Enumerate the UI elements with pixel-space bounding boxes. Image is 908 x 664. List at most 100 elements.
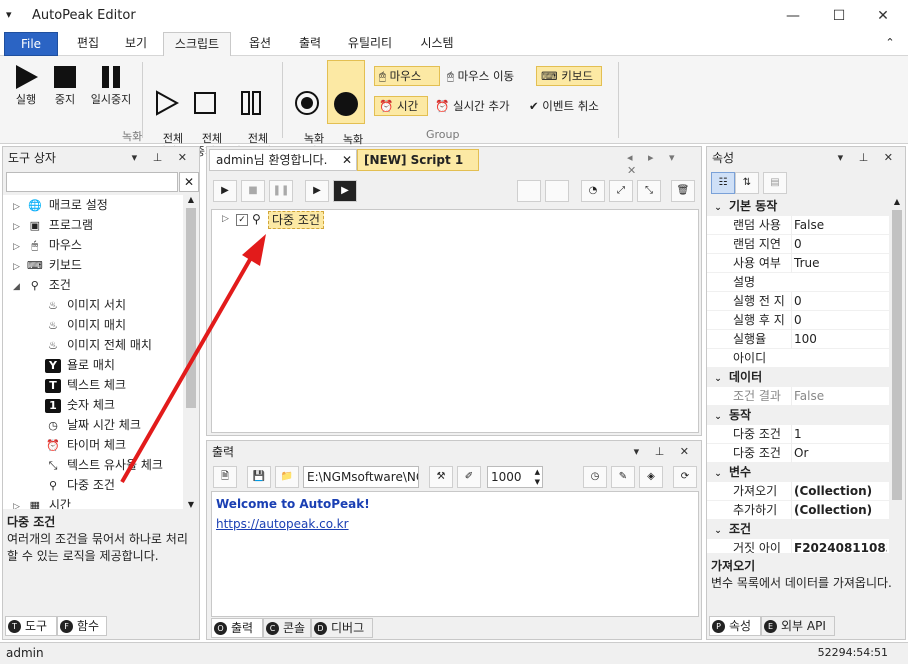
run-to-end-icon[interactable]: ▶ (333, 180, 357, 202)
run-button[interactable]: 실행 (6, 64, 46, 106)
record-stop-button[interactable]: 녹화 중지 (327, 60, 365, 159)
property-value[interactable]: True (791, 254, 887, 273)
tab-debug[interactable]: D 디버그 (311, 618, 373, 638)
tree-item-macro-settings[interactable]: ▷ 🌐 매크로 설정 (3, 195, 199, 215)
tree-item-timer-check[interactable]: ⏰ 타이머 체크 (3, 435, 199, 455)
tab-file[interactable]: File (4, 32, 58, 56)
property-pages-icon[interactable]: ▤ (763, 172, 787, 194)
property-category[interactable]: ⌄ 동작 (707, 406, 905, 425)
toolbox-scrollbar[interactable]: ▲ ▼ (183, 195, 199, 509)
property-value[interactable]: (Collection) (791, 501, 887, 520)
chip-mouse-move[interactable]: 🖱 마우스 이동 (442, 66, 532, 86)
tab-output-log[interactable]: O 출력 (211, 618, 263, 638)
tab-view[interactable]: 보기 (114, 32, 158, 56)
tree-item-condition[interactable]: ◢ ⚲ 조건 (3, 275, 199, 295)
refresh-icon[interactable]: ⟳ (673, 466, 697, 488)
blank-button[interactable] (545, 180, 569, 202)
tree-item-mouse[interactable]: ▷ 🖱 마우스 (3, 235, 199, 255)
property-value[interactable]: 100 (791, 330, 887, 349)
system-menu-icon[interactable]: ▾ (6, 8, 12, 21)
stop-button[interactable]: 중지 (46, 64, 84, 106)
sort-alpha-icon[interactable]: ⇅ (735, 172, 759, 194)
script-canvas[interactable]: ▷ ✓ ⚲ 다중 조건 (211, 209, 699, 433)
tab-output[interactable]: 출력 (288, 32, 332, 56)
save-icon[interactable]: 💾 (247, 466, 271, 488)
minimize-button[interactable]: — (770, 2, 816, 30)
property-value[interactable]: F20240811083356 (791, 539, 887, 553)
tree-item-multi-condition[interactable]: ⚲ 다중 조건 (3, 475, 199, 495)
homepage-link[interactable]: https://autopeak.co.kr (216, 514, 694, 534)
brush-icon[interactable]: ✎ (611, 466, 635, 488)
tree-item-text-check[interactable]: T 텍스트 체크 (3, 375, 199, 395)
expand-icon[interactable]: ⤢ (609, 180, 633, 202)
clock-icon[interactable]: ◷ (583, 466, 607, 488)
tab-welcome[interactable]: admin님 환영합니다. ✕ (209, 149, 357, 171)
chip-time[interactable]: ⏰ 시간 (374, 96, 428, 116)
pause-button[interactable]: 일시중지 (84, 64, 138, 106)
tree-item-time[interactable]: ▷ ▦ 시간 (3, 495, 199, 509)
property-value[interactable]: (Collection) (791, 482, 887, 501)
output-path-input[interactable]: E:\NGMsoftware\NG (303, 466, 419, 488)
property-row[interactable]: 추가하기 (Collection) (707, 501, 905, 520)
close-button[interactable]: ✕ (860, 2, 906, 30)
property-category[interactable]: ⌄ 조건 (707, 520, 905, 539)
delay-stepper[interactable]: 1000 ▲ ▼ (487, 466, 543, 488)
property-row[interactable]: 다중 조건 1 (707, 425, 905, 444)
tree-item-datetime-check[interactable]: ◷ 날짜 시간 체크 (3, 415, 199, 435)
tab-script[interactable]: 스크립트 (163, 32, 231, 57)
tab-functions[interactable]: F 함수 (57, 616, 107, 636)
tab-system[interactable]: 시스템 (412, 32, 462, 56)
property-scrollbar[interactable]: ▲ (889, 197, 905, 553)
property-row[interactable]: 아이디 (707, 349, 905, 368)
tab-tools[interactable]: T 도구 (5, 616, 57, 636)
chip-keyboard[interactable]: ⌨ 키보드 (536, 66, 602, 86)
property-value[interactable]: 0 (791, 292, 887, 311)
property-row[interactable]: 조건 결과 False (707, 387, 905, 406)
property-category[interactable]: ⌄ 기본 동작 (707, 197, 905, 216)
property-value[interactable]: False (791, 387, 887, 406)
property-row[interactable]: 사용 여부 True (707, 254, 905, 273)
tab-script-1[interactable]: [NEW] Script 1 (357, 149, 479, 171)
property-value[interactable]: Or (791, 444, 887, 463)
stop-icon[interactable]: ■ (241, 180, 265, 202)
clear-log-icon[interactable]: 🗎 (213, 466, 237, 488)
tree-item-image-match[interactable]: ♨ 이미지 매치 (3, 315, 199, 335)
panel-controls-icon[interactable]: ▾ ⊥ ✕ (132, 147, 193, 169)
tab-external-api[interactable]: E 외부 API (761, 616, 835, 636)
property-row[interactable]: 가져오기 (Collection) (707, 482, 905, 501)
tree-item-text-similarity-check[interactable]: ⤡ 텍스트 유사율 체크 (3, 455, 199, 475)
pause-icon[interactable]: ❚❚ (269, 180, 293, 202)
property-category[interactable]: ⌄ 변수 (707, 463, 905, 482)
property-row[interactable]: 랜덤 지연 0 (707, 235, 905, 254)
property-category[interactable]: ⌄ 데이터 (707, 368, 905, 387)
property-row[interactable]: 실행 전 지 0 (707, 292, 905, 311)
toolbox-search-input[interactable] (6, 172, 178, 192)
tree-item-keyboard[interactable]: ▷ ⌨ 키보드 (3, 255, 199, 275)
tree-item-yolo-match[interactable]: Y 욜로 매치 (3, 355, 199, 375)
node-multi-condition[interactable]: 다중 조건 (268, 211, 324, 229)
timer-icon[interactable]: ◔ (581, 180, 605, 202)
clear-search-icon[interactable]: ✕ (179, 172, 199, 192)
property-value[interactable]: 0 (791, 311, 887, 330)
tab-console[interactable]: C 콘솔 (263, 618, 311, 638)
expand-node-icon[interactable]: ▷ (222, 214, 229, 224)
blank-button[interactable] (517, 180, 541, 202)
scroll-thumb[interactable] (892, 210, 902, 500)
property-row[interactable]: 거짓 아이 F20240811083356 (707, 539, 905, 553)
step-icon[interactable]: ▶ (305, 180, 329, 202)
eraser-icon[interactable]: ✐ (457, 466, 481, 488)
property-row[interactable]: 실행 후 지 0 (707, 311, 905, 330)
filter-icon[interactable]: ⚒ (429, 466, 453, 488)
property-value[interactable]: 1 (791, 425, 887, 444)
property-row[interactable]: 실행율 100 (707, 330, 905, 349)
chip-event-cancel[interactable]: ✔ 이벤트 취소 (524, 96, 616, 116)
panel-controls-icon[interactable]: ▾ ⊥ ✕ (634, 441, 695, 463)
chip-mouse[interactable]: 🖱 마우스 (374, 66, 440, 86)
scroll-thumb[interactable] (186, 208, 196, 408)
property-row[interactable]: 설명 (707, 273, 905, 292)
tree-item-image-search[interactable]: ♨ 이미지 서치 (3, 295, 199, 315)
property-value[interactable]: False (791, 216, 887, 235)
maximize-button[interactable]: ☐ (816, 2, 862, 30)
tree-item-program[interactable]: ▷ ▣ 프로그램 (3, 215, 199, 235)
collapse-ribbon-icon[interactable]: ⌃ (880, 32, 900, 56)
